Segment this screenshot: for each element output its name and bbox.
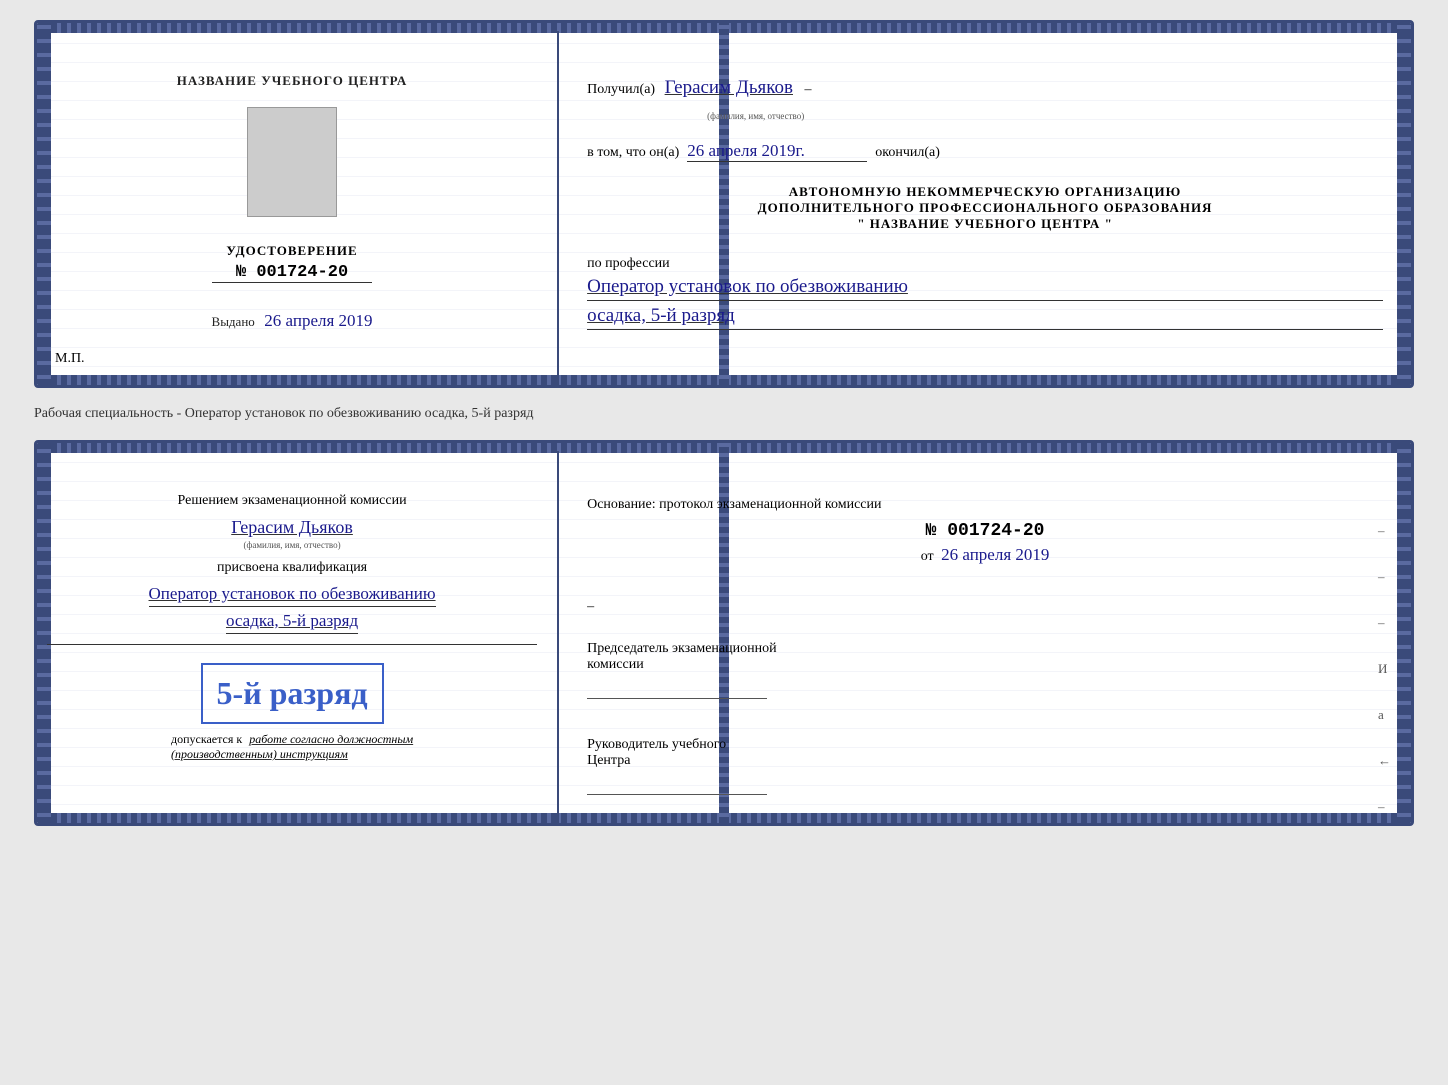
cert2-number-full: № 001724-20 (587, 521, 1383, 541)
cert2-head-block: Руководитель учебного Центра (587, 737, 1383, 795)
cert1-issued-date: 26 апреля 2019 (264, 311, 372, 330)
cert1-issued-line: Выдано 26 апреля 2019 (212, 291, 373, 331)
cert1-inthat-row: в том, что он(а) 26 апреля 2019г. окончи… (587, 141, 1383, 162)
cert1-completed-label: окончил(а) (875, 145, 940, 161)
certificate-2: Решением экзаменационной комиссии Гераси… (34, 440, 1414, 826)
cert2-name: Герасим Дьяков (231, 517, 353, 537)
cert2-date-prefix: от (921, 549, 934, 564)
cert1-org-line3: " НАЗВАНИЕ УЧЕБНОГО ЦЕНТРА " (587, 216, 1383, 232)
cert1-profession-block: по профессии Оператор установок по обезв… (587, 256, 1383, 330)
cert1-number-prefix: № (236, 263, 246, 282)
cert1-photo (247, 107, 337, 217)
cert1-org-line1: АВТОНОМНУЮ НЕКОММЕРЧЕСКУЮ ОРГАНИЗАЦИЮ (587, 184, 1383, 200)
cert1-mp: М.П. (55, 351, 85, 367)
cert1-profession-line2: осадка, 5-й разряд (587, 305, 1383, 330)
cert2-qualification-assigned: присвоена квалификация (217, 560, 367, 576)
cert2-profession-line1: Оператор установок по обезвоживанию (149, 584, 436, 607)
certificate-1: НАЗВАНИЕ УЧЕБНОГО ЦЕНТРА УДОСТОВЕРЕНИЕ №… (34, 20, 1414, 388)
cert1-number-value: 001724-20 (256, 263, 348, 282)
cert2-chairman-signature (587, 679, 767, 699)
cert2-qualification-box: 5-й разряд (201, 663, 384, 724)
cert2-right-panel: Основание: протокол экзаменационной коми… (559, 451, 1411, 823)
cert2-profession-line2: осадка, 5-й разряд (226, 611, 358, 634)
cert2-basis-label: Основание: протокол экзаменационной коми… (587, 497, 1383, 513)
cert2-dash: – (587, 599, 594, 615)
cert1-doc-type: УДОСТОВЕРЕНИЕ (226, 243, 357, 259)
cert1-dash: – (804, 82, 811, 97)
cert2-admission-prefix: допускается к (171, 732, 242, 746)
cert1-profession-line1: Оператор установок по обезвоживанию (587, 276, 1383, 301)
cert2-head-label2: Центра (587, 753, 1383, 769)
cert2-admission-text2: (производственным) инструкциям (171, 747, 413, 762)
cert1-doc-number-full: № 001724-20 (226, 263, 357, 282)
cert1-name-hint: (фамилия, имя, отчество) (707, 111, 1383, 121)
cert2-date: 26 апреля 2019 (941, 545, 1049, 564)
cert1-right-panel: Получил(а) Герасим Дьяков – (фамилия, им… (559, 31, 1411, 385)
page-container: НАЗВАНИЕ УЧЕБНОГО ЦЕНТРА УДОСТОВЕРЕНИЕ №… (34, 20, 1414, 826)
cert1-issued-label: Выдано (212, 314, 255, 329)
cert2-margin-marks: – – – И а ← – – – – (1378, 523, 1391, 826)
cert2-dash-row: – (587, 599, 1383, 615)
cert2-chairman-label: Председатель экзаменационной (587, 641, 1383, 657)
cert1-inthat-label: в том, что он(а) (587, 145, 679, 161)
cert2-head-signature (587, 775, 767, 795)
cert2-head-label: Руководитель учебного (587, 737, 1383, 753)
cert1-org-label: НАЗВАНИЕ УЧЕБНОГО ЦЕНТРА (177, 73, 408, 89)
cert2-chairman-label2: комиссии (587, 657, 1383, 673)
cert2-name-row: Герасим Дьяков (231, 517, 353, 538)
cert2-left-panel: Решением экзаменационной комиссии Гераси… (37, 451, 559, 823)
cert2-admission-text: работе согласно должностным (249, 732, 413, 746)
cert1-left-panel: НАЗВАНИЕ УЧЕБНОГО ЦЕНТРА УДОСТОВЕРЕНИЕ №… (37, 31, 559, 385)
cert1-name: Герасим Дьяков (665, 77, 793, 98)
cert2-name-hint: (фамилия, имя, отчество) (244, 540, 341, 550)
cert1-date-completed: 26 апреля 2019г. (687, 141, 867, 162)
cert1-profession-label: по профессии (587, 256, 1383, 272)
cert2-admission-block: допускается к работе согласно должностны… (171, 732, 413, 762)
cert1-org-line2: ДОПОЛНИТЕЛЬНОГО ПРОФЕССИОНАЛЬНОГО ОБРАЗО… (587, 200, 1383, 216)
cert2-decision-label: Решением экзаменационной комиссии (178, 493, 407, 509)
separator-text: Рабочая специальность - Оператор установ… (34, 400, 1414, 428)
cert1-received-label: Получил(а) (587, 82, 655, 97)
cert2-number-prefix: № (926, 521, 937, 541)
cert2-chairman-block: Председатель экзаменационной комиссии (587, 641, 1383, 699)
cert2-date-row: от 26 апреля 2019 (587, 545, 1383, 565)
cert2-basis-block: Основание: протокол экзаменационной коми… (587, 497, 1383, 565)
cert1-received-row: Получил(а) Герасим Дьяков – (587, 77, 1383, 99)
cert2-number: 001724-20 (947, 521, 1044, 541)
cert1-org-block: АВТОНОМНУЮ НЕКОММЕРЧЕСКУЮ ОРГАНИЗАЦИЮ ДО… (587, 184, 1383, 232)
cert2-rank-label: 5-й разряд (217, 675, 368, 712)
